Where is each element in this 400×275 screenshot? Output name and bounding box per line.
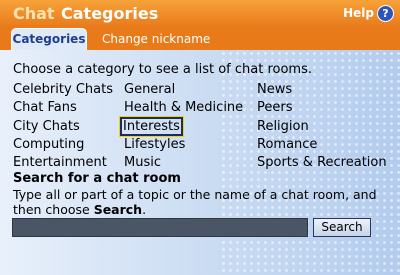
category-sports-recreation[interactable]: Sports & Recreation bbox=[257, 155, 387, 170]
tab-change-nickname[interactable]: Change nickname bbox=[102, 28, 210, 50]
search-desc-bold: Search bbox=[93, 202, 143, 217]
title-bar: Chat Categories Help? bbox=[0, 0, 400, 28]
category-health-medicine[interactable]: Health & Medicine bbox=[124, 100, 243, 115]
search-button[interactable]: Search bbox=[313, 218, 371, 237]
category-religion[interactable]: Religion bbox=[257, 119, 309, 134]
search-desc-text: Type all or part of a topic or the name … bbox=[13, 187, 377, 217]
question-icon: ? bbox=[377, 5, 394, 22]
tab-bar: Categories Change nickname bbox=[0, 28, 400, 50]
intro-text: Choose a category to see a list of chat … bbox=[13, 62, 312, 77]
category-celebrity-chats[interactable]: Celebrity Chats bbox=[13, 82, 113, 97]
category-music[interactable]: Music bbox=[124, 155, 161, 170]
help-button[interactable]: Help? bbox=[343, 5, 394, 22]
category-entertainment[interactable]: Entertainment bbox=[13, 155, 107, 170]
category-news[interactable]: News bbox=[257, 82, 292, 97]
categories-panel: Choose a category to see a list of chat … bbox=[0, 50, 400, 275]
category-city-chats[interactable]: City Chats bbox=[13, 119, 80, 134]
search-desc-end: . bbox=[142, 202, 147, 217]
tab-categories[interactable]: Categories bbox=[11, 28, 87, 50]
search-input[interactable] bbox=[12, 218, 308, 237]
category-lifestyles[interactable]: Lifestyles bbox=[124, 137, 185, 152]
page-title: Categories bbox=[61, 4, 159, 23]
category-interests[interactable]: Interests bbox=[119, 116, 184, 137]
app-title: Chat bbox=[13, 4, 55, 23]
category-chat-fans[interactable]: Chat Fans bbox=[13, 100, 77, 115]
category-general[interactable]: General bbox=[124, 82, 175, 97]
search-heading: Search for a chat room bbox=[13, 171, 181, 186]
category-romance[interactable]: Romance bbox=[257, 137, 317, 152]
help-label: Help bbox=[343, 6, 374, 20]
search-description: Type all or part of a topic or the name … bbox=[13, 187, 393, 217]
category-peers[interactable]: Peers bbox=[257, 100, 293, 115]
category-computing[interactable]: Computing bbox=[13, 137, 84, 152]
